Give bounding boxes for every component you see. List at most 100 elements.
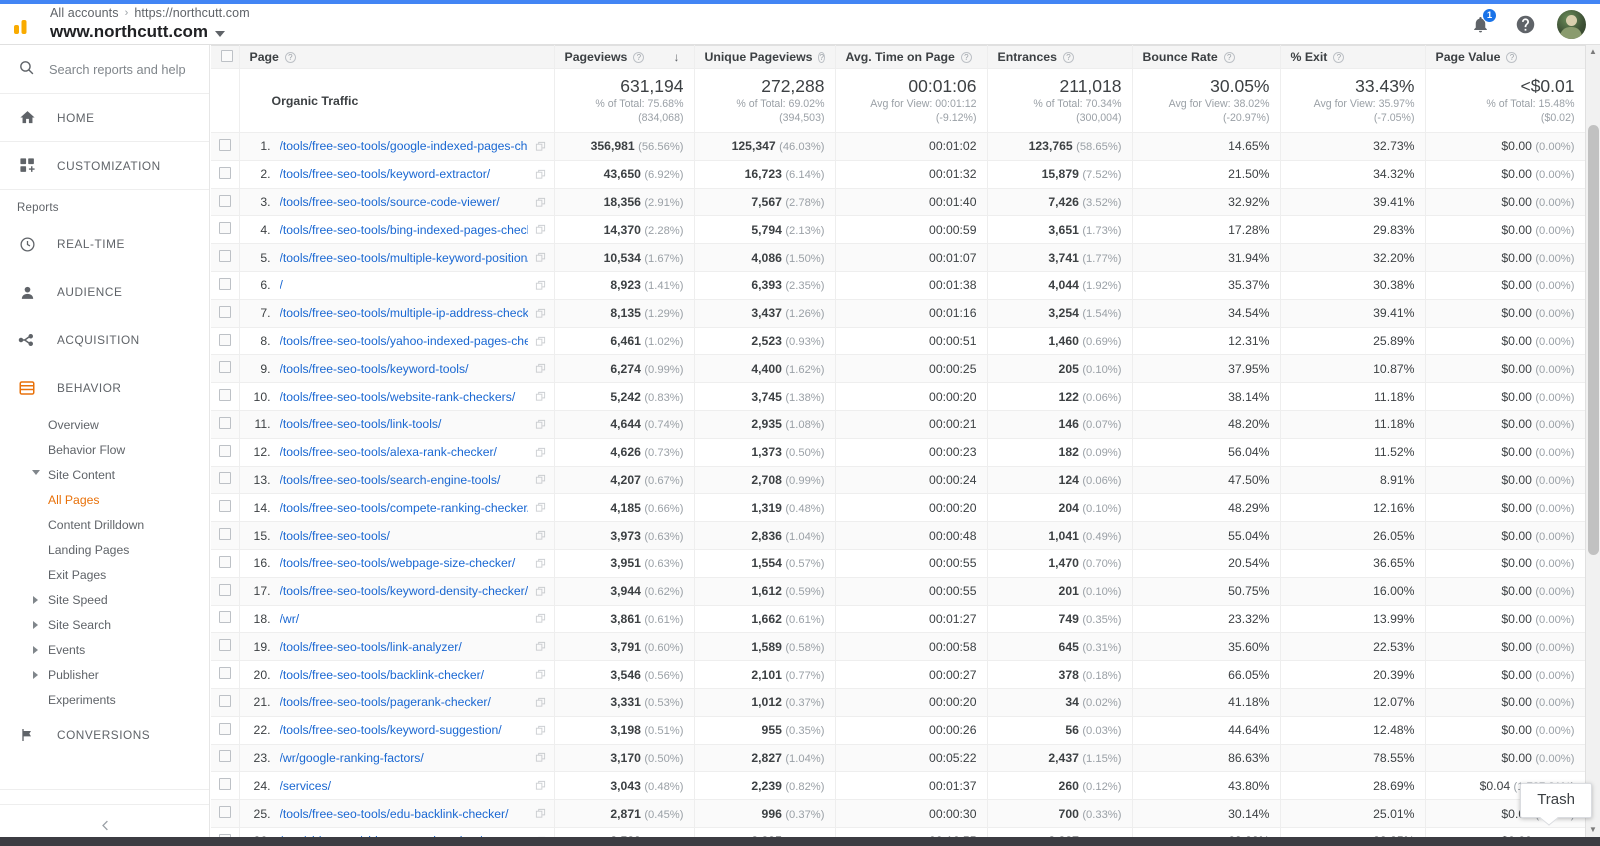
column-header-unique-pageviews[interactable]: Unique Pageviews ? bbox=[694, 45, 836, 69]
sidebar-item-audience[interactable]: AUDIENCE bbox=[0, 268, 209, 316]
row-select-cell[interactable] bbox=[211, 243, 240, 273]
row-checkbox[interactable] bbox=[218, 750, 231, 763]
open-in-new-window-icon[interactable] bbox=[528, 474, 554, 485]
row-checkbox[interactable] bbox=[218, 694, 231, 707]
row-checkbox[interactable] bbox=[218, 333, 231, 346]
row-checkbox[interactable] bbox=[218, 472, 231, 485]
row-checkbox[interactable] bbox=[218, 500, 231, 513]
open-in-new-window-icon[interactable] bbox=[528, 530, 554, 541]
table-row[interactable]: 23. /wr/google-ranking-factors/3,170 (0.5… bbox=[211, 744, 1586, 773]
page-link[interactable]: /tools/free-seo-tools/keyword-density-ch… bbox=[280, 584, 528, 598]
row-checkbox[interactable] bbox=[218, 194, 231, 207]
user-avatar[interactable] bbox=[1557, 9, 1586, 39]
row-select-cell[interactable] bbox=[211, 132, 240, 161]
table-row[interactable]: 25. /tools/free-seo-tools/edu-backlink-ch… bbox=[211, 799, 1586, 828]
page-link[interactable]: / bbox=[280, 278, 528, 292]
page-link[interactable]: /tools/free-seo-tools/multiple-ip-addres… bbox=[280, 306, 528, 320]
open-in-new-window-icon[interactable] bbox=[528, 586, 554, 597]
open-in-new-window-icon[interactable] bbox=[528, 391, 554, 402]
row-select-cell[interactable] bbox=[211, 688, 240, 717]
page-link[interactable]: /tools/free-seo-tools/source-code-viewer… bbox=[280, 195, 528, 209]
sidebar-item-home[interactable]: HOME bbox=[0, 94, 209, 142]
open-in-new-window-icon[interactable] bbox=[528, 752, 554, 763]
sidebar-subitem-publisher[interactable]: Publisher bbox=[0, 662, 209, 687]
chevron-right-icon[interactable] bbox=[33, 645, 38, 654]
table-row[interactable]: 21. /tools/free-seo-tools/pagerank-checke… bbox=[211, 688, 1586, 717]
row-checkbox[interactable] bbox=[218, 778, 231, 791]
row-select-cell[interactable] bbox=[211, 716, 240, 745]
row-checkbox[interactable] bbox=[218, 611, 231, 624]
open-in-new-window-icon[interactable] bbox=[528, 558, 554, 569]
page-link[interactable]: /tools/free-seo-tools/edu-backlink-check… bbox=[280, 807, 528, 821]
help-icon[interactable]: ? bbox=[818, 51, 825, 63]
help-icon[interactable]: ? bbox=[284, 51, 296, 63]
sidebar-subitem-experiments[interactable]: Experiments bbox=[0, 687, 209, 712]
page-link[interactable]: /wr/google-ranking-factors/ bbox=[280, 751, 528, 765]
row-select-cell[interactable] bbox=[211, 549, 240, 578]
select-all-checkbox[interactable] bbox=[221, 49, 233, 62]
page-link[interactable]: /tools/free-seo-tools/ bbox=[280, 529, 528, 543]
row-select-cell[interactable] bbox=[211, 271, 240, 300]
sidebar-item-behavior[interactable]: BEHAVIOR bbox=[0, 364, 209, 412]
row-checkbox[interactable] bbox=[218, 444, 231, 457]
row-select-cell[interactable] bbox=[211, 632, 240, 662]
breadcrumb-property-url[interactable]: https://northcutt.com bbox=[134, 6, 249, 21]
row-checkbox[interactable] bbox=[218, 389, 231, 402]
sidebar-item-customization[interactable]: CUSTOMIZATION bbox=[0, 142, 209, 190]
table-row[interactable]: 9. /tools/free-seo-tools/keyword-tools/6,… bbox=[211, 354, 1586, 384]
open-in-new-window-icon[interactable] bbox=[528, 224, 554, 235]
column-header-entrances[interactable]: Entrances ? bbox=[987, 45, 1133, 69]
row-checkbox[interactable] bbox=[218, 250, 231, 263]
breadcrumb-all-accounts[interactable]: All accounts bbox=[50, 6, 119, 21]
row-select-cell[interactable] bbox=[211, 382, 240, 411]
chevron-right-icon[interactable] bbox=[33, 620, 38, 629]
open-in-new-window-icon[interactable] bbox=[528, 669, 554, 680]
table-row[interactable]: 15. /tools/free-seo-tools/3,973 (0.63%) 2,… bbox=[211, 521, 1586, 550]
open-in-new-window-icon[interactable] bbox=[528, 725, 554, 736]
row-select-cell[interactable] bbox=[211, 354, 240, 384]
open-in-new-window-icon[interactable] bbox=[528, 336, 554, 347]
page-link[interactable]: /tools/free-seo-tools/webpage-size-check… bbox=[280, 556, 528, 570]
row-checkbox[interactable] bbox=[218, 416, 231, 429]
open-in-new-window-icon[interactable] bbox=[528, 613, 554, 624]
table-row[interactable]: 19. /tools/free-seo-tools/link-analyzer/3… bbox=[211, 632, 1586, 662]
help-icon[interactable]: ? bbox=[1223, 51, 1235, 63]
sidebar-subitem-site-content[interactable]: Site Content bbox=[0, 462, 209, 487]
table-row[interactable]: 1. /tools/free-seo-tools/google-indexed-p… bbox=[211, 132, 1586, 161]
page-link[interactable]: /tools/free-seo-tools/pagerank-checker/ bbox=[280, 695, 528, 709]
row-select-cell[interactable] bbox=[211, 215, 240, 245]
select-all-header[interactable] bbox=[211, 45, 240, 69]
page-link[interactable]: /tools/free-seo-tools/multiple-keyword-p… bbox=[280, 251, 528, 265]
table-row[interactable]: 13. /tools/free-seo-tools/search-engine-t… bbox=[211, 466, 1586, 495]
column-header-avg-time-on-page[interactable]: Avg. Time on Page ? bbox=[835, 45, 988, 69]
row-checkbox[interactable] bbox=[218, 277, 231, 290]
open-in-new-window-icon[interactable] bbox=[528, 252, 554, 263]
page-link[interactable]: /tools/free-seo-tools/keyword-tools/ bbox=[280, 362, 528, 376]
open-in-new-window-icon[interactable] bbox=[528, 419, 554, 430]
page-link[interactable]: /tools/free-seo-tools/search-engine-tool… bbox=[280, 473, 528, 487]
open-in-new-window-icon[interactable] bbox=[528, 280, 554, 291]
sidebar-subitem-overview[interactable]: Overview bbox=[0, 412, 209, 437]
sidebar-subitem-behavior-flow[interactable]: Behavior Flow bbox=[0, 437, 209, 462]
sidebar-subitem-content-drilldown[interactable]: Content Drilldown bbox=[0, 512, 209, 537]
open-in-new-window-icon[interactable] bbox=[528, 169, 554, 180]
open-in-new-window-icon[interactable] bbox=[528, 197, 554, 208]
table-row[interactable]: 18. /wr/3,861 (0.61%) 1,662 (0.61%) 00:01:2… bbox=[211, 605, 1586, 634]
help-icon[interactable]: ? bbox=[1062, 51, 1074, 63]
row-checkbox[interactable] bbox=[218, 583, 231, 596]
page-link[interactable]: /tools/free-seo-tools/google-indexed-pag… bbox=[280, 139, 528, 153]
account-selector[interactable]: All accounts › https://northcutt.com www… bbox=[48, 4, 250, 45]
chevron-down-icon[interactable] bbox=[215, 30, 226, 37]
chevron-right-icon[interactable] bbox=[33, 595, 38, 604]
column-header-page[interactable]: Page ? bbox=[239, 45, 555, 69]
page-link[interactable]: /wr/ bbox=[280, 612, 528, 626]
table-row[interactable]: 2. /tools/free-seo-tools/keyword-extracto… bbox=[211, 160, 1586, 189]
table-row[interactable]: 12. /tools/free-seo-tools/alexa-rank-chec… bbox=[211, 438, 1586, 467]
row-checkbox[interactable] bbox=[218, 166, 231, 179]
table-row[interactable]: 22. /tools/free-seo-tools/keyword-suggest… bbox=[211, 716, 1586, 745]
help-icon[interactable]: ? bbox=[960, 51, 972, 63]
open-in-new-window-icon[interactable] bbox=[528, 141, 554, 152]
row-checkbox[interactable] bbox=[218, 222, 231, 235]
row-select-cell[interactable] bbox=[211, 410, 240, 439]
help-button[interactable] bbox=[1512, 11, 1538, 37]
